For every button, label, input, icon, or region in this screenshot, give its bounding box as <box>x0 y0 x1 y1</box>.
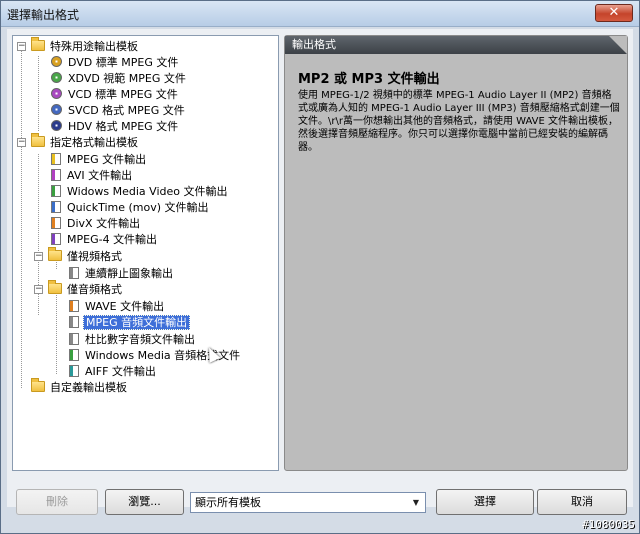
window-title: 選擇輸出格式 <box>7 8 80 22</box>
tree-item-label: SVCD 格式 MPEG 文件 <box>68 104 185 117</box>
wmv-file-icon <box>51 185 61 197</box>
tree-item-vcd[interactable]: VCD 標準 MPEG 文件 <box>51 87 180 103</box>
tree-item-dvd[interactable]: DVD 標準 MPEG 文件 <box>51 55 180 71</box>
disc-icon <box>51 88 62 99</box>
tree-group-label: 僅視頻格式 <box>67 250 122 263</box>
image-file-icon <box>69 267 79 279</box>
dialog-window: 選擇輸出格式 ✕ − 特殊用途輸出模板 DVD 標準 MPEG 文件 XDVD … <box>0 0 640 534</box>
collapse-toggle[interactable]: − <box>34 252 43 261</box>
dialog-client: − 特殊用途輸出模板 DVD 標準 MPEG 文件 XDVD 視範 MPEG 文… <box>7 29 633 515</box>
audio-file-icon <box>69 316 79 328</box>
tree-item-wmv[interactable]: Widows Media Video 文件輸出 <box>51 184 229 200</box>
tree-item-hdv[interactable]: HDV 格式 MPEG 文件 <box>51 119 180 135</box>
tree-item-avi[interactable]: AVI 文件輸出 <box>51 168 134 184</box>
collapse-toggle[interactable]: − <box>17 42 26 51</box>
tree-item-divx[interactable]: DivX 文件輸出 <box>51 216 142 232</box>
tree-group-label: 僅音頻格式 <box>67 283 122 296</box>
tree-item-label: QuickTime (mov) 文件輸出 <box>67 201 209 214</box>
tree-item-label: HDV 格式 MPEG 文件 <box>68 120 179 133</box>
tree-item-aiff[interactable]: AIFF 文件輸出 <box>69 364 158 380</box>
disc-icon <box>51 104 62 115</box>
tree-group-label: 自定義輸出模板 <box>50 381 127 394</box>
tree-item-label: VCD 標準 MPEG 文件 <box>68 88 178 101</box>
dolby-file-icon <box>69 333 79 345</box>
description-header: 輸出格式 <box>285 36 627 54</box>
tree-item-label: WAVE 文件輸出 <box>85 300 165 313</box>
watermark-text: #1080035 <box>582 518 635 531</box>
folder-icon <box>31 37 45 51</box>
tree-item-label: DVD 標準 MPEG 文件 <box>68 56 179 69</box>
mpeg4-file-icon <box>51 233 61 245</box>
collapse-toggle[interactable]: − <box>17 138 26 147</box>
tree-item-mpeg-audio[interactable]: MPEG 音頻文件輸出 <box>69 315 191 331</box>
tree-item-label: XDVD 視範 MPEG 文件 <box>68 72 186 85</box>
tree-group-label: 特殊用途輸出模板 <box>50 40 138 53</box>
folder-icon <box>48 247 62 261</box>
description-title: MP2 或 MP3 文件輸出 <box>298 72 440 87</box>
tree-item-quicktime[interactable]: QuickTime (mov) 文件輸出 <box>51 200 211 216</box>
folder-icon <box>31 133 45 147</box>
select-button[interactable]: 選擇 <box>436 489 534 515</box>
mov-file-icon <box>51 201 61 213</box>
chevron-down-icon[interactable]: ▼ <box>409 495 423 510</box>
description-panel: 輸出格式 MP2 或 MP3 文件輸出 使用 MPEG-1/2 視頻中的標準 M… <box>284 35 628 471</box>
tree-item-mpeg[interactable]: MPEG 文件輸出 <box>51 152 148 168</box>
folder-icon <box>48 280 62 294</box>
wma-file-icon <box>69 349 79 361</box>
close-button[interactable]: ✕ <box>595 4 633 22</box>
tree-item-label: AVI 文件輸出 <box>67 169 133 182</box>
description-body: 使用 MPEG-1/2 視頻中的標準 MPEG-1 Audio Layer II… <box>298 90 620 153</box>
tree-item-label: AIFF 文件輸出 <box>85 365 156 378</box>
tree-item-label: 杜比數字音頻文件輸出 <box>85 333 195 346</box>
tree-item-label: MPEG-4 文件輸出 <box>67 233 158 246</box>
wave-file-icon <box>69 300 79 312</box>
delete-button[interactable]: 刪除 <box>16 489 98 515</box>
tree-item-still-image[interactable]: 連續靜止圖象輸出 <box>69 266 175 282</box>
disc-icon <box>51 72 62 83</box>
cancel-button[interactable]: 取消 <box>537 489 627 515</box>
tree-group-custom[interactable]: 自定義輸出模板 <box>31 378 129 396</box>
divx-file-icon <box>51 217 61 229</box>
tree-group-label: 指定格式輸出模板 <box>50 136 138 149</box>
tree-item-label: 連續靜止圖象輸出 <box>85 267 173 280</box>
tree-item-label: DivX 文件輸出 <box>67 217 141 230</box>
tree-item-label: MPEG 文件輸出 <box>67 153 147 166</box>
aiff-file-icon <box>69 365 79 377</box>
mpeg-file-icon <box>51 153 61 165</box>
tree-item-xdvd[interactable]: XDVD 視範 MPEG 文件 <box>51 71 188 87</box>
title-bar[interactable]: 選擇輸出格式 ✕ <box>1 1 639 27</box>
template-filter-select[interactable]: 顯示所有模板 ▼ <box>190 492 426 513</box>
folder-icon <box>31 378 45 392</box>
disc-icon <box>51 56 62 67</box>
avi-file-icon <box>51 169 61 181</box>
disc-icon <box>51 120 62 131</box>
browse-button[interactable]: 瀏覽... <box>105 489 184 515</box>
tree-item-mpeg4[interactable]: MPEG-4 文件輸出 <box>51 232 159 248</box>
tree-item-label-selected: MPEG 音頻文件輸出 <box>83 315 191 330</box>
template-tree[interactable]: − 特殊用途輸出模板 DVD 標準 MPEG 文件 XDVD 視範 MPEG 文… <box>12 35 279 471</box>
tree-item-wave[interactable]: WAVE 文件輸出 <box>69 299 166 315</box>
tree-item-dolby[interactable]: 杜比數字音頻文件輸出 <box>69 332 197 348</box>
tree-item-svcd[interactable]: SVCD 格式 MPEG 文件 <box>51 103 187 119</box>
collapse-toggle[interactable]: − <box>34 285 43 294</box>
tree-item-label: Widows Media Video 文件輸出 <box>67 185 228 198</box>
template-filter-value: 顯示所有模板 <box>195 496 261 509</box>
